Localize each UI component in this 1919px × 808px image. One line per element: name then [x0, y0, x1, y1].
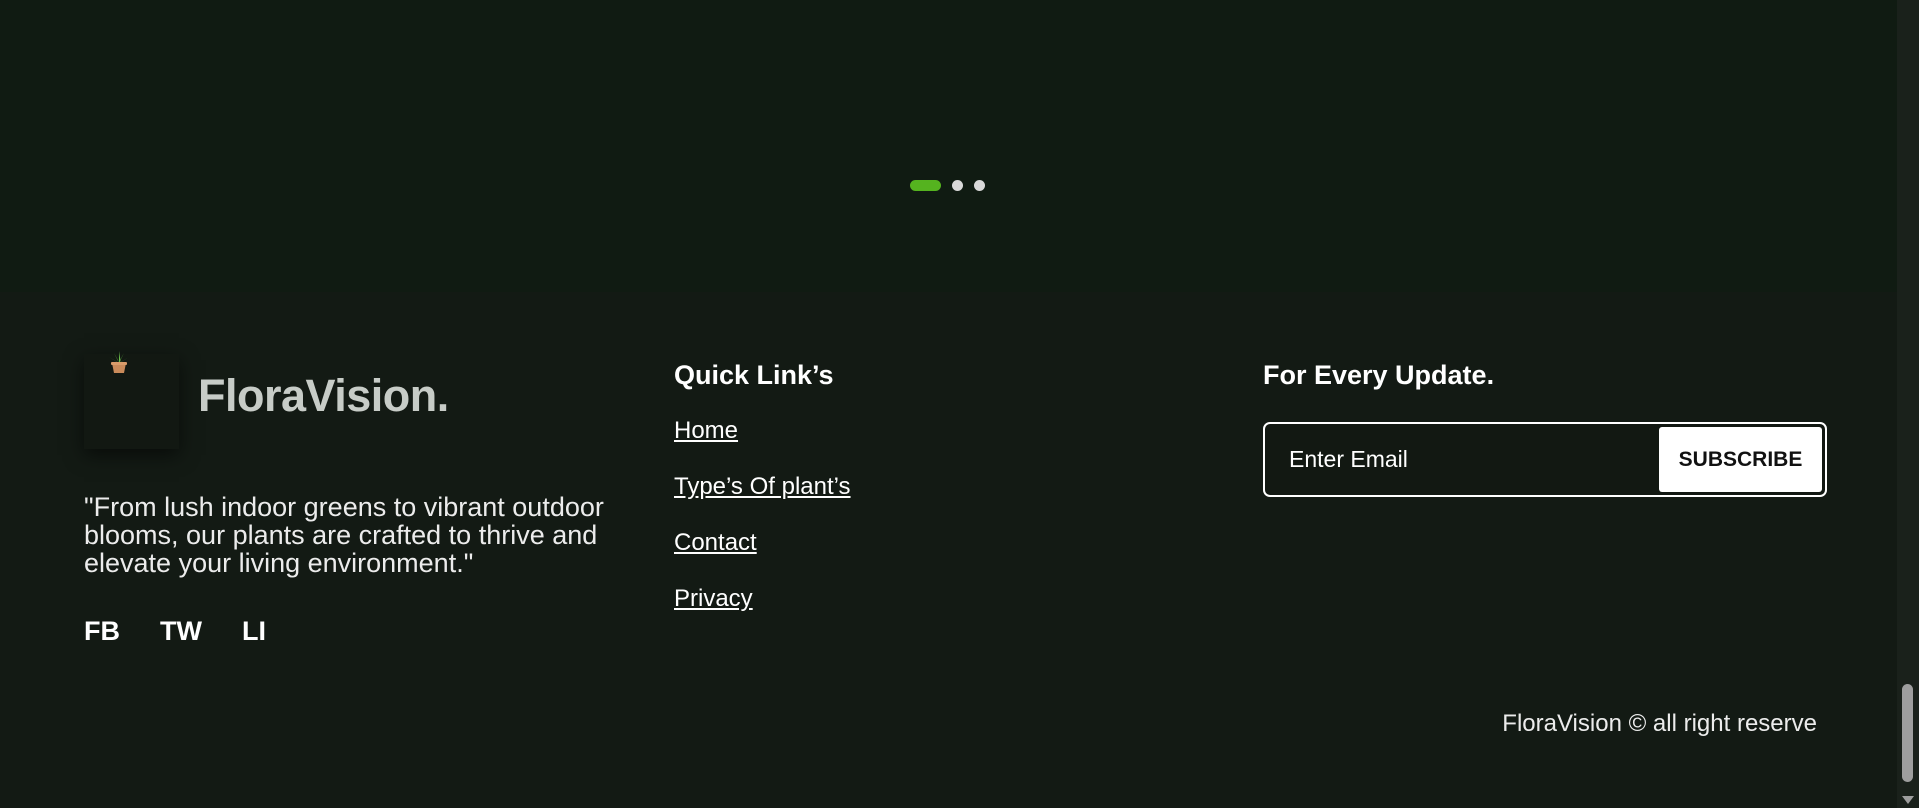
- scroll-down-arrow-icon[interactable]: [1902, 796, 1914, 804]
- carousel-dot-1[interactable]: [910, 180, 941, 191]
- potted-plant-icon: [109, 351, 129, 373]
- carousel-section: [0, 0, 1897, 292]
- social-linkedin-link[interactable]: LI: [242, 616, 266, 647]
- quick-links-title: Quick Link’s: [674, 360, 834, 390]
- brand-tagline: "From lush indoor greens to vibrant outd…: [84, 492, 604, 578]
- newsletter: For Every Update. SUBSCRIBE: [1263, 360, 1827, 497]
- carousel-dot-2[interactable]: [952, 180, 963, 191]
- link-privacy[interactable]: Privacy: [674, 585, 753, 612]
- social-links: FB TW LI: [84, 616, 266, 647]
- page: FloraVision. "From lush indoor greens to…: [0, 0, 1919, 808]
- newsletter-title: For Every Update.: [1263, 360, 1495, 390]
- link-plant-types[interactable]: Type’s Of plant’s: [674, 473, 851, 500]
- carousel-dots: [910, 180, 985, 191]
- site-footer: FloraVision. "From lush indoor greens to…: [0, 292, 1897, 808]
- social-facebook-link[interactable]: FB: [84, 616, 120, 647]
- link-contact[interactable]: Contact: [674, 529, 757, 556]
- social-twitter-link[interactable]: TW: [160, 616, 202, 647]
- link-home[interactable]: Home: [674, 417, 738, 444]
- list-item: Home: [674, 417, 851, 444]
- list-item: Privacy: [674, 585, 851, 612]
- logo-box: [84, 351, 179, 449]
- scrollbar[interactable]: [1897, 0, 1919, 808]
- quick-links: Quick Link’s Home Type’s Of plant’s Cont…: [674, 360, 851, 641]
- carousel-dot-3[interactable]: [974, 180, 985, 191]
- scrollbar-thumb[interactable]: [1902, 684, 1913, 782]
- email-input[interactable]: [1265, 424, 1656, 495]
- list-item: Contact: [674, 529, 851, 556]
- subscribe-button[interactable]: SUBSCRIBE: [1659, 427, 1822, 492]
- brand-name[interactable]: FloraVision.: [198, 370, 449, 422]
- copyright-text: FloraVision © all right reserve: [1502, 710, 1817, 737]
- subscribe-form: SUBSCRIBE: [1263, 422, 1827, 497]
- list-item: Type’s Of plant’s: [674, 473, 851, 500]
- quick-links-list: Home Type’s Of plant’s Contact Privacy: [674, 417, 851, 612]
